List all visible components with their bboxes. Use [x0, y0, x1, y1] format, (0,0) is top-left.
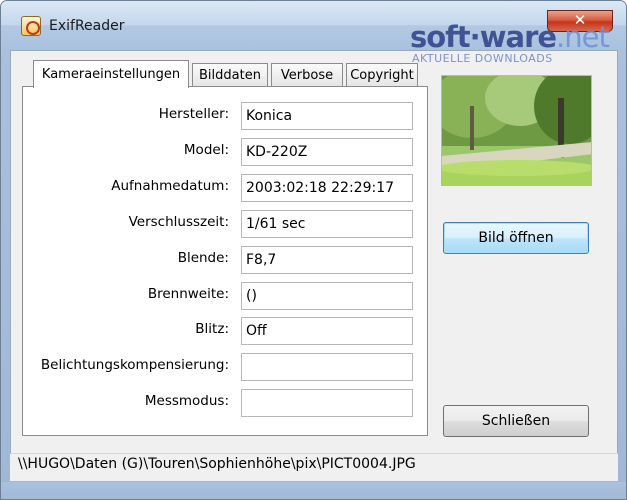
blende-field[interactable]: F8,7	[241, 246, 413, 274]
watermark-logo: soft·ware.net AKTUELLE DOWNLOADS	[410, 22, 620, 65]
park-photo-preview-icon	[442, 76, 591, 185]
label-brennweite: Brennweite:	[147, 286, 229, 302]
watermark-brand-sep: ·	[469, 20, 481, 54]
label-blitz: Blitz:	[195, 321, 229, 337]
tab-kameraeinstellungen[interactable]: Kameraeinstellungen	[33, 60, 189, 88]
window-frame-bottom	[1, 482, 626, 499]
tab-verbose[interactable]: Verbose	[271, 63, 343, 87]
close-button[interactable]: Schließen	[443, 405, 589, 437]
tab-bilddaten[interactable]: Bilddaten	[192, 63, 268, 87]
app-icon[interactable]	[21, 16, 41, 36]
tab-copyright[interactable]: Copyright	[346, 63, 418, 87]
watermark-brand-mid: ware	[479, 20, 557, 54]
aufnahmedatum-field[interactable]: 2003:02:18 22:29:17	[241, 174, 413, 202]
verschlusszeit-field[interactable]: 1/61 sec	[241, 210, 413, 238]
belichtungskompensierung-field[interactable]	[241, 353, 413, 381]
label-hersteller: Hersteller:	[158, 106, 229, 122]
image-preview	[441, 75, 592, 186]
watermark-brand-main: soft	[410, 20, 471, 54]
open-image-button[interactable]: Bild öffnen	[443, 222, 589, 254]
window-title: ExifReader	[49, 18, 125, 34]
label-verschlusszeit: Verschlusszeit:	[128, 214, 229, 230]
label-messmodus: Messmodus:	[144, 393, 229, 409]
blitz-field[interactable]: Off	[241, 317, 413, 345]
messmodus-field[interactable]	[241, 389, 413, 417]
brennweite-field[interactable]: ()	[241, 282, 413, 310]
label-blende: Blende:	[177, 250, 229, 266]
label-aufnahmedatum: Aufnahmedatum:	[111, 178, 229, 194]
hersteller-field[interactable]: Konica	[241, 102, 413, 130]
label-belichtungskompensierung: Belichtungskompensierung:	[40, 357, 229, 373]
watermark-brand-tld: .net	[556, 20, 610, 54]
status-file-path: \\HUGO\Daten (G)\Touren\Sophienhöhe\pix\…	[18, 456, 416, 472]
label-model: Model:	[183, 142, 229, 158]
model-field[interactable]: KD-220Z	[241, 138, 413, 166]
